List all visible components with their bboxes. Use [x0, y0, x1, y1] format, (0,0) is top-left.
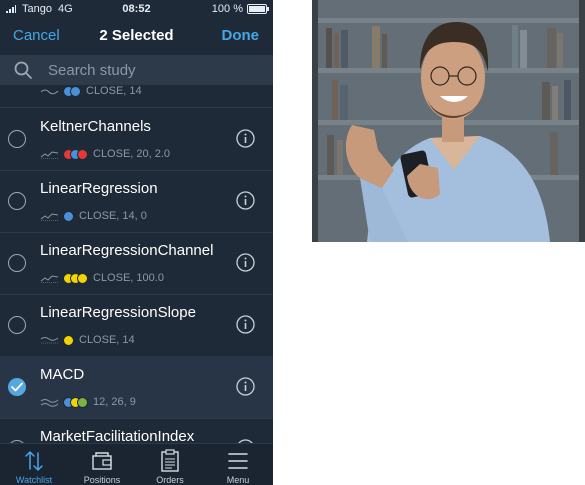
color-dot — [77, 272, 88, 284]
tab-label: Watchlist — [15, 475, 53, 485]
tab-label: Orders — [156, 475, 184, 485]
study-params: 12, 26, 9 — [93, 396, 136, 408]
tab-watchlist[interactable]: Watchlist — [0, 444, 68, 485]
wallet-icon — [92, 452, 112, 470]
select-radio-checked[interactable] — [8, 378, 26, 396]
info-icon[interactable] — [236, 129, 255, 148]
navigation-bar: Cancel 2 Selected Done — [0, 18, 273, 54]
info-icon[interactable] — [236, 377, 255, 396]
color-dot — [70, 85, 81, 97]
list-item-linear-regression-slope[interactable]: LinearRegressionSlope CLOSE, 14 — [0, 294, 273, 357]
select-radio[interactable] — [8, 192, 26, 210]
study-params: CLOSE, 20, 2.0 — [93, 148, 171, 160]
status-bar: Tango 4G 08:52 100 % — [0, 0, 273, 18]
search-icon — [14, 61, 32, 79]
tab-label: Positions — [83, 475, 121, 485]
list-item-partial[interactable]: CLOSE, 14 — [0, 85, 273, 108]
study-name: LinearRegression — [40, 180, 158, 197]
tab-menu[interactable]: Menu — [204, 444, 272, 485]
color-dot — [63, 210, 74, 222]
wave-line-icon — [40, 337, 59, 344]
cancel-button[interactable]: Cancel — [13, 27, 60, 44]
color-dot — [63, 334, 74, 346]
color-dots — [63, 210, 74, 222]
select-radio[interactable] — [8, 316, 26, 334]
search-bar — [0, 55, 273, 85]
wave-line-icon — [40, 89, 59, 95]
study-name: LinearRegressionSlope — [40, 304, 196, 321]
study-name: MarketFacilitationIndex — [40, 428, 195, 443]
color-dots — [63, 85, 81, 97]
line-chart-icon — [40, 213, 59, 221]
hamburger-icon — [228, 453, 248, 469]
man-with-phone-photo — [312, 0, 585, 242]
study-params: CLOSE, 14 — [86, 85, 142, 97]
battery-icon — [247, 4, 269, 14]
study-list[interactable]: CLOSE, 14 KeltnerChannels CLOSE, 20, 2.0 — [0, 85, 273, 443]
study-name: LinearRegressionChannel — [40, 242, 214, 259]
search-input[interactable] — [48, 61, 258, 79]
list-item-linear-regression-channel[interactable]: LinearRegressionChannel CLOSE, 100.0 — [0, 232, 273, 295]
clipboard-icon — [161, 449, 179, 472]
color-dots — [63, 148, 88, 160]
phone-screen: Tango 4G 08:52 100 % Cancel 2 Selected D… — [0, 0, 273, 485]
list-item-macd[interactable]: MACD 12, 26, 9 — [0, 356, 273, 419]
tab-positions[interactable]: Positions — [68, 444, 136, 485]
tab-bar: Watchlist Positions Orders Menu — [0, 443, 273, 485]
study-name: KeltnerChannels — [40, 118, 151, 135]
list-item-keltner-channels[interactable]: KeltnerChannels CLOSE, 20, 2.0 — [0, 108, 273, 171]
study-params: CLOSE, 14 — [79, 334, 135, 346]
color-dot — [77, 148, 88, 160]
color-dots — [63, 334, 74, 346]
line-chart-icon — [40, 275, 59, 283]
checkmark-icon — [11, 382, 23, 392]
color-dots — [63, 396, 88, 408]
select-radio[interactable] — [8, 254, 26, 272]
tab-orders[interactable]: Orders — [136, 444, 204, 485]
study-name: MACD — [40, 366, 85, 383]
color-dots — [63, 272, 88, 284]
done-button[interactable]: Done — [222, 27, 260, 44]
study-params: CLOSE, 14, 0 — [79, 210, 147, 222]
info-icon[interactable] — [236, 253, 255, 272]
select-radio[interactable] — [8, 130, 26, 148]
list-item-linear-regression[interactable]: LinearRegression CLOSE, 14, 0 — [0, 170, 273, 233]
tab-label: Menu — [226, 475, 250, 485]
wave-line-icon — [40, 399, 59, 407]
watchlist-icon — [25, 451, 43, 471]
line-chart-icon — [40, 151, 59, 159]
color-dot — [77, 396, 88, 408]
study-params: CLOSE, 100.0 — [93, 272, 164, 284]
battery-percent: 100 % — [211, 3, 243, 15]
list-item-market-facilitation-index[interactable]: MarketFacilitationIndex — [0, 418, 273, 443]
info-icon[interactable] — [236, 315, 255, 334]
info-icon[interactable] — [236, 191, 255, 210]
